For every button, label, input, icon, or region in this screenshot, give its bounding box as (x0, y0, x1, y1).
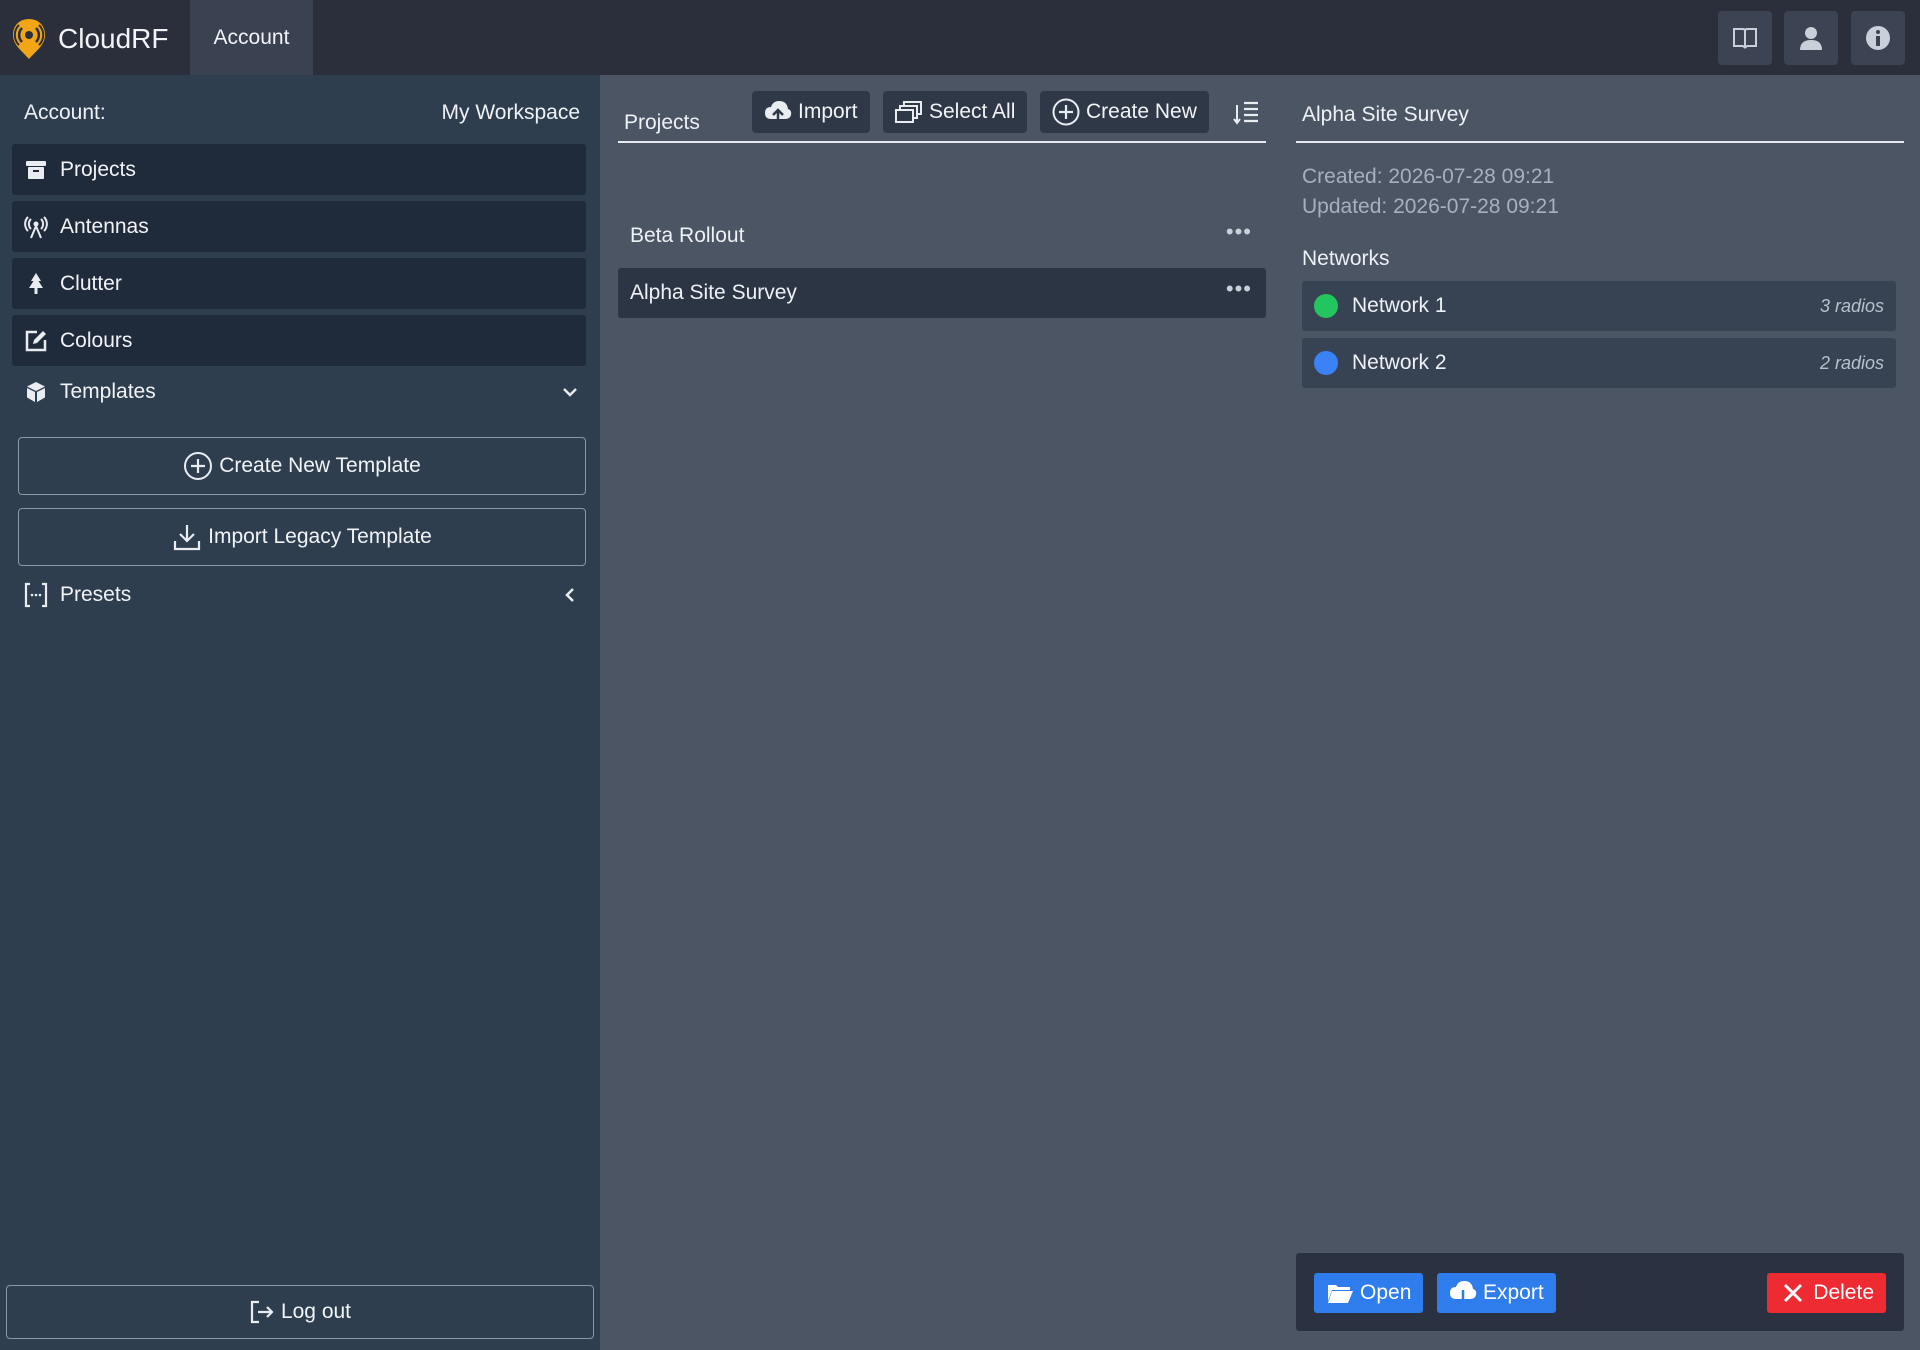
workspace-selector[interactable]: My Workspace (442, 101, 580, 125)
sign-out-icon (250, 1300, 274, 1324)
brand[interactable]: CloudRF (10, 17, 168, 61)
cloud-upload-icon (765, 101, 792, 125)
brackets-icon (24, 582, 48, 608)
download-icon (174, 525, 201, 551)
create-new-template-label: Create New Template (219, 454, 421, 477)
presets-toggle[interactable]: Presets (24, 575, 580, 615)
user-button[interactable] (1784, 11, 1838, 65)
projects-panel: Projects Import Select All Create New Be… (600, 75, 1280, 1350)
network-radio-count: 3 radios (1819, 295, 1884, 316)
cloudrf-logo-icon (13, 19, 45, 59)
user-icon (1800, 27, 1822, 50)
project-name: Alpha Site Survey (630, 281, 797, 304)
app-name: CloudRF (58, 23, 169, 54)
updated-timestamp: Updated: 2026-07-28 09:21 (1302, 195, 1559, 218)
import-button[interactable]: Import (752, 91, 870, 133)
account-row: Account: My Workspace (24, 101, 580, 125)
create-new-template-button[interactable]: Create New Template (18, 437, 586, 495)
book-icon (1733, 28, 1757, 49)
presets-label: Presets (60, 583, 132, 606)
import-legacy-template-button[interactable]: Import Legacy Template (18, 508, 586, 566)
logout-label: Log out (280, 1300, 352, 1323)
box-icon (27, 382, 45, 402)
info-button[interactable] (1851, 11, 1905, 65)
antenna-icon (24, 215, 48, 238)
action-bar: Open Export Delete (1296, 1253, 1904, 1331)
more-options-icon[interactable]: ••• (1226, 219, 1252, 245)
sidebar-item-label: Clutter (60, 271, 122, 295)
project-item-selected[interactable]: Alpha Site Survey ••• (618, 268, 1266, 318)
projects-toolbar: Projects Import Select All Create New (618, 91, 1266, 143)
sidebar: Account: My Workspace Projects Antennas … (0, 75, 600, 1350)
more-options-icon[interactable]: ••• (1226, 276, 1252, 302)
network-radio-count: 2 radios (1819, 352, 1884, 373)
archive-icon (26, 160, 46, 179)
folder-open-icon (1328, 1285, 1353, 1303)
docs-button[interactable] (1718, 11, 1772, 65)
sidebar-item-antennas[interactable]: Antennas (12, 201, 586, 252)
export-button[interactable]: Export (1437, 1273, 1556, 1313)
open-label: Open (1360, 1281, 1412, 1304)
delete-button[interactable]: Delete (1767, 1273, 1886, 1313)
select-all-button[interactable]: Select All (883, 91, 1028, 133)
project-name: Beta Rollout (630, 224, 745, 247)
sidebar-item-label: Projects (60, 157, 136, 181)
select-all-label: Select All (929, 100, 1016, 123)
plus-circle-icon (1052, 98, 1080, 126)
chevron-left-icon (565, 588, 574, 602)
network-item[interactable]: Network 1 3 radios (1302, 281, 1896, 331)
plus-circle-icon (184, 452, 213, 480)
chevron-down-icon (563, 388, 577, 397)
sidebar-item-clutter[interactable]: Clutter (12, 258, 586, 309)
networks-heading: Networks (1302, 247, 1390, 270)
open-button[interactable]: Open (1314, 1273, 1424, 1313)
sidebar-item-label: Colours (60, 328, 133, 352)
logout-button[interactable]: Log out (6, 1285, 594, 1339)
windows-icon (895, 101, 922, 123)
templates-toggle[interactable]: Templates (24, 372, 580, 412)
close-icon (1784, 1283, 1803, 1303)
cloud-download-icon (1450, 1281, 1477, 1307)
network-item[interactable]: Network 2 2 radios (1302, 338, 1896, 388)
export-label: Export (1483, 1281, 1544, 1304)
network-color-dot (1314, 294, 1338, 318)
account-label: Account: (24, 101, 106, 124)
sidebar-item-projects[interactable]: Projects (12, 144, 586, 195)
import-legacy-template-label: Import Legacy Template (208, 525, 432, 548)
tree-icon (29, 272, 43, 294)
templates-label: Templates (60, 380, 156, 403)
created-timestamp: Created: 2026-07-28 09:21 (1302, 165, 1555, 188)
create-new-button[interactable]: Create New (1040, 91, 1209, 133)
top-bar: CloudRF Account (0, 0, 1920, 75)
sidebar-item-label: Antennas (60, 214, 149, 238)
project-detail-panel: Alpha Site Survey Created: 2026-07-28 09… (1280, 75, 1920, 1350)
import-label: Import (798, 100, 858, 123)
sort-icon[interactable] (1232, 99, 1260, 127)
create-new-label: Create New (1086, 100, 1197, 123)
project-item[interactable]: Beta Rollout ••• (618, 211, 1266, 261)
network-color-dot (1314, 351, 1338, 375)
edit-square-icon (25, 330, 47, 351)
network-name: Network 1 (1352, 294, 1447, 317)
info-icon (1866, 26, 1890, 50)
network-name: Network 2 (1352, 351, 1447, 374)
delete-label: Delete (1813, 1281, 1874, 1304)
tab-account[interactable]: Account (190, 0, 313, 75)
detail-title: Alpha Site Survey (1296, 103, 1904, 143)
projects-title: Projects (624, 111, 700, 134)
sidebar-item-colours[interactable]: Colours (12, 315, 586, 366)
